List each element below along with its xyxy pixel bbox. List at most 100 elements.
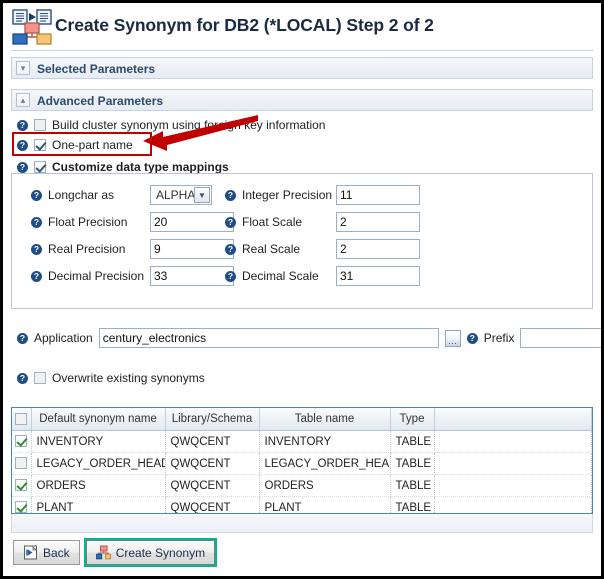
- real-precision-input[interactable]: [150, 239, 234, 259]
- table-footer-bar: [11, 514, 593, 533]
- table-header-row: Default synonym name Library/Schema Tabl…: [12, 408, 592, 431]
- field-real-precision: ? Real Precision: [31, 239, 234, 259]
- option-customize-data-type-mappings[interactable]: ? Customize data type mappings: [17, 160, 229, 174]
- section-header-advanced-parameters[interactable]: ▴ Advanced Parameters: [11, 89, 593, 111]
- float-precision-input[interactable]: [150, 212, 234, 232]
- section-title-advanced-parameters: Advanced Parameters: [37, 94, 164, 108]
- section-title-selected-parameters: Selected Parameters: [37, 62, 156, 76]
- table-row[interactable]: PLANT QWQCENT PLANT TABLE: [12, 496, 592, 513]
- field-float-precision: ? Float Precision: [31, 212, 234, 232]
- help-icon[interactable]: ?: [225, 243, 236, 255]
- column-header-library-schema[interactable]: Library/Schema: [165, 408, 260, 431]
- help-icon[interactable]: ?: [31, 243, 42, 255]
- help-icon[interactable]: ?: [31, 189, 42, 201]
- library-schema-cell: QWQCENT: [165, 474, 260, 497]
- row-select-checkbox[interactable]: [15, 501, 28, 513]
- application-input[interactable]: [98, 328, 439, 348]
- help-icon[interactable]: ?: [17, 332, 28, 344]
- prefix-label: Prefix: [483, 331, 515, 345]
- type-cell: TABLE: [390, 430, 435, 453]
- synonym-name-cell: LEGACY_ORDER_HEADER: [31, 452, 166, 475]
- field-decimal-scale: ? Decimal Scale: [225, 266, 420, 286]
- row-select-checkbox[interactable]: [15, 435, 28, 448]
- float-precision-label: Float Precision: [48, 215, 128, 229]
- spacer-cell: [434, 474, 592, 497]
- row-select-checkbox[interactable]: [15, 457, 28, 470]
- row-select-cell[interactable]: [12, 452, 32, 475]
- column-header-default-synonym-name[interactable]: Default synonym name: [31, 408, 166, 431]
- dialog-window: Create Synonym for DB2 (*LOCAL) Step 2 o…: [0, 0, 604, 579]
- table-name-cell: LEGACY_ORDER_HEADER: [259, 452, 391, 475]
- browse-button[interactable]: ...: [444, 329, 461, 347]
- option-build-cluster-synonym[interactable]: ? Build cluster synonym using foreign ke…: [17, 118, 325, 132]
- row-select-checkbox[interactable]: [15, 479, 28, 492]
- table-name-cell: PLANT: [259, 496, 391, 513]
- type-cell: TABLE: [390, 496, 435, 513]
- column-header-type[interactable]: Type: [390, 408, 435, 431]
- table-row[interactable]: LEGACY_ORDER_HEADERQWQCENTLEGACY_ORDER_H…: [12, 452, 592, 475]
- help-icon[interactable]: ?: [31, 216, 42, 228]
- create-synonym-button-label: Create Synonym: [115, 545, 206, 560]
- field-decimal-precision: ? Decimal Precision: [31, 266, 234, 286]
- column-header-table-name[interactable]: Table name: [259, 408, 391, 431]
- synonym-mapping-icon: [12, 9, 52, 45]
- synonym-name-cell: PLANT: [31, 496, 166, 513]
- title-divider: [11, 50, 593, 51]
- real-scale-label: Real Scale: [242, 242, 301, 256]
- synonym-name-cell: INVENTORY: [31, 430, 166, 453]
- help-icon[interactable]: ?: [31, 270, 42, 282]
- build-cluster-checkbox[interactable]: [34, 119, 46, 131]
- longchar-as-label: Longchar as: [48, 188, 115, 202]
- option-one-part-name[interactable]: ? One-part name: [17, 138, 133, 152]
- build-cluster-label: Build cluster synonym using foreign key …: [52, 118, 326, 132]
- select-all-checkbox[interactable]: [15, 412, 28, 425]
- float-scale-label: Float Scale: [242, 215, 303, 229]
- help-icon[interactable]: ?: [225, 189, 236, 201]
- section-header-selected-parameters[interactable]: ▾ Selected Parameters: [11, 57, 593, 79]
- help-icon[interactable]: ?: [225, 270, 236, 282]
- application-label: Application: [34, 331, 93, 345]
- chevron-down-icon[interactable]: ▾: [16, 61, 30, 75]
- one-part-name-checkbox[interactable]: [34, 139, 46, 151]
- select-all-header[interactable]: [12, 408, 32, 431]
- table-row[interactable]: ORDERS QWQCENT ORDERS TABLE: [12, 474, 592, 497]
- title-bar: Create Synonym for DB2 (*LOCAL) Step 2 o…: [3, 3, 601, 51]
- integer-precision-label: Integer Precision: [242, 188, 333, 202]
- help-icon[interactable]: ?: [225, 216, 236, 228]
- prefix-input[interactable]: [520, 328, 601, 348]
- table-name-cell: ORDERS: [259, 474, 391, 497]
- chevron-up-icon[interactable]: ▴: [16, 93, 30, 107]
- customize-mappings-label: Customize data type mappings: [52, 160, 229, 174]
- help-icon[interactable]: ?: [17, 161, 28, 173]
- decimal-precision-label: Decimal Precision: [48, 269, 145, 283]
- help-icon[interactable]: ?: [466, 332, 478, 344]
- decimal-scale-input[interactable]: [336, 266, 420, 286]
- page-back-icon: [24, 545, 38, 560]
- row-select-cell[interactable]: [12, 430, 32, 453]
- customize-mappings-checkbox[interactable]: [34, 161, 46, 173]
- overwrite-existing-checkbox[interactable]: [34, 372, 46, 384]
- field-float-scale: ? Float Scale: [225, 212, 420, 232]
- synonym-mapping-icon: [95, 545, 111, 560]
- longchar-as-select[interactable]: ALPHA ▼: [150, 185, 212, 205]
- type-cell: TABLE: [390, 452, 435, 475]
- help-icon[interactable]: ?: [17, 139, 28, 151]
- integer-precision-input[interactable]: [336, 185, 420, 205]
- row-select-cell[interactable]: [12, 496, 32, 513]
- table-name-cell: INVENTORY: [259, 430, 391, 453]
- help-icon[interactable]: ?: [17, 119, 28, 131]
- back-button[interactable]: Back: [13, 540, 80, 565]
- field-real-scale: ? Real Scale: [225, 239, 420, 259]
- field-integer-precision: ? Integer Precision: [225, 185, 420, 205]
- table-row[interactable]: INVENTORY QWQCENT INVENTORY TABLE: [12, 430, 592, 453]
- back-button-label: Back: [43, 545, 70, 560]
- help-icon[interactable]: ?: [17, 372, 28, 384]
- chevron-down-icon[interactable]: ▼: [194, 187, 210, 203]
- real-scale-input[interactable]: [336, 239, 420, 259]
- float-scale-input[interactable]: [336, 212, 420, 232]
- row-select-cell[interactable]: [12, 474, 32, 497]
- spacer-cell: [434, 496, 592, 513]
- option-overwrite-existing-synonyms[interactable]: ? Overwrite existing synonyms: [17, 371, 205, 385]
- create-synonym-button[interactable]: Create Synonym: [83, 538, 218, 567]
- decimal-precision-input[interactable]: [150, 266, 234, 286]
